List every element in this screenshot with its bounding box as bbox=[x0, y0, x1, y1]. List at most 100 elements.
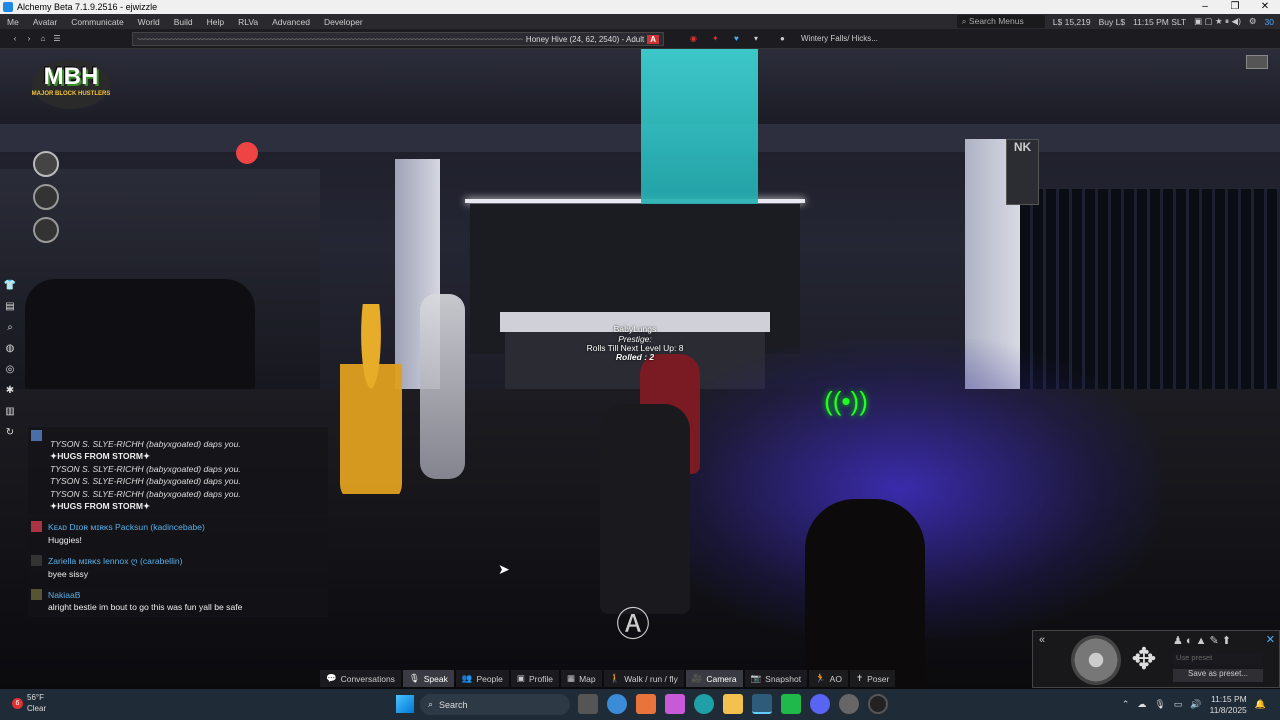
maximize-button[interactable]: ❐ bbox=[1220, 0, 1250, 14]
taskbar-search[interactable]: ⌕ Search bbox=[420, 694, 570, 715]
minimize-button[interactable]: – bbox=[1190, 0, 1220, 14]
camera-presets[interactable]: ♟ ◐ ▲ ✎ ⬆ bbox=[1173, 634, 1231, 647]
start-button[interactable] bbox=[396, 695, 414, 713]
menu-help[interactable]: Help bbox=[200, 17, 231, 27]
save-preset-button[interactable]: Save as preset... bbox=[1173, 669, 1263, 682]
stats-icon[interactable]: ▥ bbox=[3, 403, 17, 420]
close-icon[interactable]: ✕ bbox=[1266, 633, 1275, 646]
gear-icon[interactable]: ⚙ bbox=[1249, 16, 1257, 27]
task-view-icon[interactable] bbox=[578, 694, 598, 714]
chat-message: NakiaaB alright bestie im bout to go thi… bbox=[28, 586, 328, 617]
lightbulb-icon[interactable]: ◍ bbox=[3, 340, 17, 357]
settings-icon[interactable] bbox=[839, 694, 859, 714]
display-icon[interactable]: ▭ bbox=[1174, 699, 1183, 710]
camera-orbit-control[interactable] bbox=[1071, 635, 1121, 685]
menu-communicate[interactable]: Communicate bbox=[64, 17, 130, 27]
menu-avatar[interactable]: Avatar bbox=[26, 17, 64, 27]
preset-select[interactable]: Use preset bbox=[1173, 653, 1263, 665]
speak-button[interactable]: 🎙 Speak bbox=[402, 670, 454, 687]
bottom-toolbar: 💬 Conversations 🎙 Speak 👥 People ▣ Profile ▦… bbox=[320, 670, 960, 687]
forward-icon[interactable]: › bbox=[22, 34, 36, 43]
app-icon[interactable] bbox=[636, 694, 656, 714]
ao-button[interactable]: 🏃 AO bbox=[809, 670, 848, 687]
search-icon: ⌕ bbox=[428, 699, 434, 709]
notification-icon[interactable]: 🔔 bbox=[1255, 699, 1266, 710]
hud-globe-button[interactable] bbox=[33, 184, 59, 210]
chat-avatar[interactable] bbox=[31, 555, 42, 567]
menu-me[interactable]: Me bbox=[0, 17, 26, 27]
landmark-icon[interactable]: ☰ bbox=[50, 34, 64, 43]
app-icon[interactable] bbox=[868, 694, 888, 714]
edge-icon[interactable] bbox=[694, 694, 714, 714]
left-toolbar: 👕 ▤ ⌕ ◍ ◎ ✱ ▥ ↻ bbox=[3, 277, 19, 441]
alchemy-viewer-icon[interactable] bbox=[752, 694, 772, 714]
file-explorer-icon[interactable] bbox=[723, 694, 743, 714]
refresh-icon[interactable]: ↻ bbox=[3, 424, 17, 441]
microphone-icon: 🎙 bbox=[408, 673, 420, 683]
app-icon bbox=[3, 2, 13, 12]
chat-avatar bbox=[31, 430, 42, 441]
app-icon[interactable] bbox=[665, 694, 685, 714]
phone-hud[interactable]: NK bbox=[1006, 139, 1039, 205]
slt-time: 11:15 PM SLT bbox=[1133, 16, 1187, 27]
chat-text: Huggies! bbox=[48, 534, 82, 545]
hud-shirt-button[interactable] bbox=[33, 151, 59, 177]
window-title: Alchemy Beta 7.1.9.2516 - ejwizzle bbox=[17, 2, 158, 12]
chat-sender[interactable]: Kᴇᴀᴅ Dɪᴏʀ ᴍɪʀᴋs Packsun (kadincebabe) bbox=[48, 521, 322, 533]
menu-build[interactable]: Build bbox=[167, 17, 200, 27]
collapse-icon[interactable]: « bbox=[1039, 634, 1045, 646]
weather-desc: Clear bbox=[27, 704, 47, 713]
buy-currency-button[interactable]: Buy L$ bbox=[1099, 17, 1125, 27]
menu-advanced[interactable]: Advanced bbox=[265, 17, 317, 27]
parcel-info-icon[interactable]: ● bbox=[780, 34, 785, 43]
menu-world[interactable]: World bbox=[131, 17, 167, 27]
chat-line: TYSON S. SLYE-RICHH (babyxgoated) daps y… bbox=[50, 476, 241, 487]
mbh-logo[interactable]: MBH MAJOR BLOCK HUSTLERS bbox=[26, 55, 116, 113]
health-icon[interactable]: ♥ bbox=[734, 34, 739, 43]
chat-emote-group: TYSON S. SLYE-RICHH (babyxgoated) daps y… bbox=[28, 427, 328, 516]
hud-red-button[interactable] bbox=[236, 142, 258, 164]
upper-floor bbox=[0, 49, 1280, 124]
search-menus-input[interactable]: ⌕ Search Menus bbox=[956, 15, 1045, 28]
copilot-icon[interactable] bbox=[607, 694, 627, 714]
chat-sender[interactable]: Zariella ᴍɪʀᴋs lennox ღ (carabellin) bbox=[48, 555, 322, 567]
camera-button[interactable]: 🎥 Camera bbox=[685, 670, 743, 687]
hud-mesh-button[interactable] bbox=[33, 217, 59, 243]
no-push-icon[interactable]: ✦ bbox=[712, 34, 719, 43]
conversations-button[interactable]: 💬 Conversations bbox=[320, 670, 401, 687]
weather-widget[interactable]: 6 56°F Clear bbox=[12, 692, 46, 714]
poser-button[interactable]: ✝ Poser bbox=[849, 670, 896, 687]
location-field[interactable]: ~~~~~~~~~~~~~~~~~~~~~~~~~~~~~~~~~~~~~~~~… bbox=[132, 32, 664, 46]
chat-avatar[interactable] bbox=[31, 521, 42, 533]
eye-icon[interactable]: ◉ bbox=[690, 34, 697, 43]
chat-line: TYSON S. SLYE-RICHH (babyxgoated) daps y… bbox=[50, 463, 241, 474]
app-icon[interactable] bbox=[781, 694, 801, 714]
map-button[interactable]: ▦ Map bbox=[561, 670, 602, 687]
snapshot-button[interactable]: 📷 Snapshot bbox=[744, 670, 808, 687]
gesture-icon[interactable]: ✱ bbox=[3, 382, 17, 399]
menu-rlva[interactable]: RLVa bbox=[231, 17, 265, 27]
home-icon[interactable]: ⌂ bbox=[36, 34, 50, 43]
people-button[interactable]: 👥 People bbox=[455, 670, 509, 687]
walk-run-fly-button[interactable]: 🚶 Walk / run / fly bbox=[603, 670, 684, 687]
ceiling-beam bbox=[0, 124, 1280, 152]
menu-developer[interactable]: Developer bbox=[317, 17, 370, 27]
chevron-up-icon[interactable]: ⌃ bbox=[1122, 699, 1130, 710]
back-icon[interactable]: ‹ bbox=[8, 34, 22, 43]
inventory-icon[interactable]: ▤ bbox=[3, 298, 17, 315]
volume-icon[interactable]: 🔊 bbox=[1190, 699, 1201, 710]
camera-pan-control[interactable]: ✥ bbox=[1119, 637, 1169, 683]
chat-sender[interactable]: NakiaaB bbox=[48, 589, 322, 601]
discord-icon[interactable] bbox=[810, 694, 830, 714]
taskbar-clock[interactable]: 11:15 PM 11/8/2025 bbox=[1210, 694, 1247, 716]
chat-avatar[interactable] bbox=[31, 589, 42, 601]
profile-button[interactable]: ▣ Profile bbox=[510, 670, 560, 687]
search-icon[interactable]: ⌕ bbox=[3, 319, 17, 336]
close-button[interactable]: ✕ bbox=[1250, 0, 1280, 14]
minimap-icon[interactable] bbox=[1246, 55, 1268, 69]
microphone-icon[interactable]: 🎙 bbox=[1154, 699, 1165, 710]
radar-icon[interactable]: ◎ bbox=[3, 361, 17, 378]
cloud-icon[interactable]: ☁ bbox=[1137, 699, 1146, 710]
appearance-icon[interactable]: 👕 bbox=[3, 277, 17, 294]
chevron-down-icon[interactable]: ▾ bbox=[754, 34, 758, 43]
